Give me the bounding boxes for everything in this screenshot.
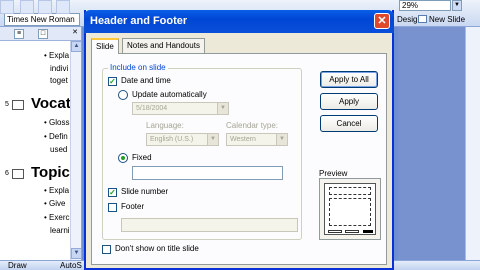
date-format-select[interactable]: 5/18/2004 ▼ [132,102,229,115]
update-automatically-radio[interactable] [118,90,128,100]
toolbar-icon[interactable] [56,0,70,14]
scroll-up-arrow[interactable]: ▲ [71,41,81,52]
fixed-radio[interactable] [118,153,128,163]
outline-bullet: • Gloss [44,118,70,127]
tab-notes-and-handouts[interactable]: Notes and Handouts [122,38,205,53]
tab-slide[interactable]: Slide [91,38,119,54]
fixed-label: Fixed [132,153,152,162]
outline-bullet: • Give [44,199,66,208]
fixed-date-input[interactable] [132,166,283,180]
slide-number-label: Slide number [121,187,169,196]
outline-bullet: used [50,145,68,154]
zoom-dropdown-arrow[interactable]: ▼ [452,0,462,11]
preview-date-area [328,230,342,233]
slide-number: 6 [5,170,9,177]
draw-menu[interactable]: Draw [8,261,27,270]
preview-slide [324,183,376,235]
toolbar-icon[interactable] [0,0,14,14]
slide-title[interactable]: Topic [31,164,70,181]
date-time-checkbox[interactable]: ✓ [108,77,117,86]
language-select[interactable]: English (U.S.) ▼ [146,133,219,146]
pane-tabs: ≡ □ ✕ [0,27,81,41]
outline-bullet: • Expla [44,51,70,60]
outline-bullet: • Exerc [44,213,70,222]
preview-box [319,178,381,240]
slide-number: 5 [5,101,9,108]
outline-bullet: indivi [50,64,69,73]
autoshapes-menu[interactable]: AutoS [60,261,82,270]
slide-tab-panel: Include on slide ✓ Date and time Update … [91,53,387,265]
dont-show-on-title-checkbox[interactable] [102,245,111,254]
new-slide-icon [418,15,427,23]
toolbar-icon[interactable] [38,0,52,14]
date-time-label: Date and time [121,76,171,85]
toolbar-icon[interactable] [20,0,34,14]
chevron-down-icon: ▼ [207,134,218,145]
dialog-titlebar[interactable]: Header and Footer ✕ [84,10,394,33]
footer-checkbox[interactable] [108,203,117,212]
slide-title[interactable]: Vocat [31,95,71,112]
preview-label: Preview [319,169,348,178]
font-name-box[interactable]: Times New Roman [4,13,80,26]
slide-icon [12,100,24,110]
chevron-down-icon: ▼ [276,134,287,145]
vertical-scrollbar[interactable] [465,27,480,260]
apply-to-all-button[interactable]: Apply to All [320,71,378,88]
slide-number-checkbox[interactable]: ✓ [108,188,117,197]
outline-scrollbar[interactable]: ▲ ▼ [70,41,81,260]
update-automatically-label: Update automatically [132,90,207,99]
footer-label: Footer [121,202,145,211]
cancel-button[interactable]: Cancel [320,115,378,132]
include-on-slide-group: Include on slide ✓ Date and time Update … [102,63,302,240]
dialog-title: Header and Footer [90,15,188,27]
preview-body-placeholder [329,198,371,226]
outline-bullet: toget [50,76,68,85]
close-pane-icon[interactable]: ✕ [70,29,80,39]
preview-slide-number-area [363,230,373,233]
slide-icon [12,169,24,179]
outline-bullet: • Defin [44,132,68,141]
new-slide-button[interactable]: New Slide [418,13,465,26]
preview-title-placeholder [329,187,371,195]
dont-show-on-title-label: Don't show on title slide [115,244,199,253]
group-title: Include on slide [108,63,168,72]
calendar-type-label: Calendar type: [226,121,279,130]
scroll-down-arrow[interactable]: ▼ [71,248,81,259]
calendar-type-select[interactable]: Western ▼ [226,133,288,146]
language-label: Language: [146,121,184,130]
close-button[interactable]: ✕ [374,13,390,29]
chevron-down-icon: ▼ [217,103,228,114]
slides-tab[interactable]: □ [38,29,48,39]
apply-button[interactable]: Apply [320,93,378,110]
outline-tab[interactable]: ≡ [14,29,24,39]
outline-pane: ≡ □ ✕ • Expla indivi toget 5 Vocat • Glo… [0,27,82,260]
preview-footer-area [345,230,359,233]
outline-bullet: learni [50,226,70,235]
footer-text-input[interactable] [121,218,298,232]
zoom-box[interactable]: 29% [399,0,451,11]
header-footer-dialog: Header and Footer ✕ Slide Notes and Hand… [84,10,394,270]
outline-bullet: • Expla [44,186,70,195]
